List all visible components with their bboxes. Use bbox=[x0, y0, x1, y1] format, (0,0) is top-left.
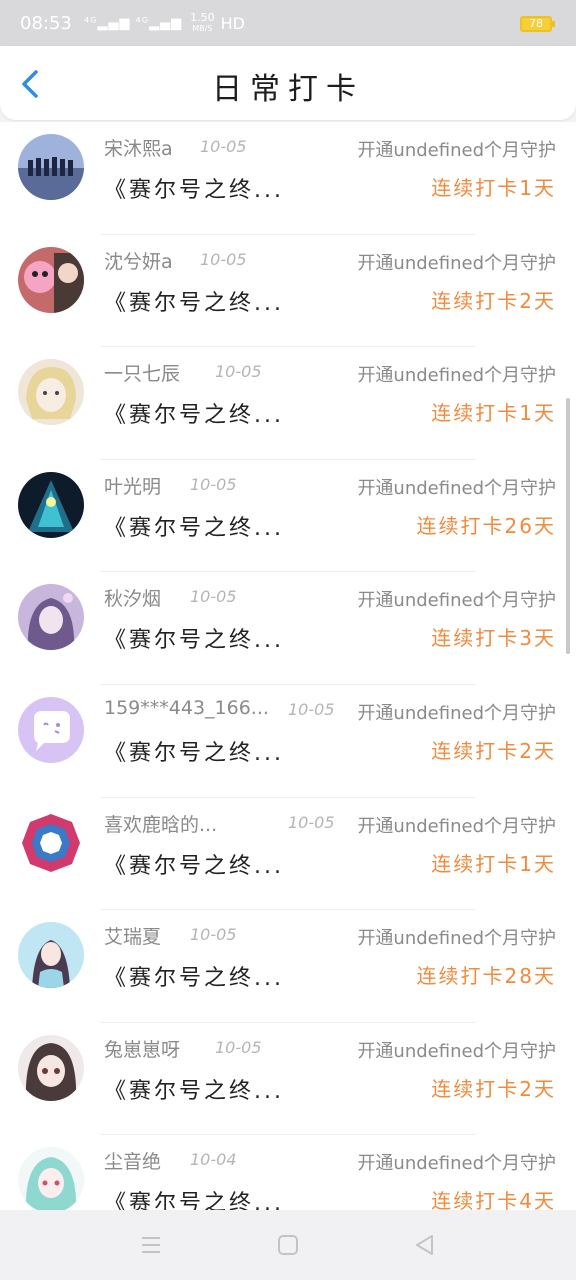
avatar[interactable] bbox=[18, 1147, 84, 1210]
checkin-date: 10-05 bbox=[215, 1037, 262, 1057]
book-title: 《赛尔号之终... bbox=[104, 853, 284, 879]
user-name: 尘音绝 bbox=[104, 1151, 162, 1174]
guard-status: 开通undefined个月守护 bbox=[355, 1036, 556, 1063]
checkin-date: 10-04 bbox=[190, 1150, 237, 1170]
checkin-date: 10-05 bbox=[190, 474, 237, 494]
checkin-date: 10-05 bbox=[190, 925, 237, 945]
battery-icon: 78 bbox=[520, 16, 555, 32]
network-speed-value: 1.50 bbox=[190, 11, 215, 24]
home-icon bbox=[278, 1235, 298, 1255]
home-button[interactable] bbox=[275, 1232, 301, 1258]
streak-count: 连续打卡2天 bbox=[431, 738, 556, 763]
checkin-list[interactable]: 宋沐熙a 10-05 开通undefined个月守护 《赛尔号之终... 连续打卡1天沈… bbox=[0, 122, 576, 1210]
guard-status: 开通undefined个月守护 bbox=[355, 361, 556, 388]
avatar[interactable] bbox=[18, 359, 84, 426]
list-item[interactable]: 艾瑞夏 10-05 开通undefined个月守护《赛尔号之终... 连续打卡28天 bbox=[0, 910, 576, 1023]
streak-count: 连续打卡2天 bbox=[431, 1076, 556, 1101]
checkin-date: 10-05 bbox=[288, 699, 335, 719]
checkin-date: 10-05 bbox=[215, 362, 262, 382]
status-time: 08:53 bbox=[20, 12, 72, 34]
user-name: 兔崽崽呀 bbox=[104, 1038, 181, 1061]
list-item[interactable]: 喜欢鹿晗的... 10-05 开通undefined个月守护《赛尔号之终... 连续打… bbox=[0, 798, 576, 911]
network-speed-unit: MB/S bbox=[192, 24, 213, 33]
user-name: 宋沐熙a bbox=[104, 138, 173, 160]
guard-status: 开通undefined个月守护 bbox=[355, 811, 556, 838]
user-name: 一只七辰 bbox=[104, 363, 181, 386]
page-title: 日常打卡 bbox=[212, 72, 364, 107]
streak-count: 连续打卡28天 bbox=[416, 964, 556, 989]
streak-count: 连续打卡1天 bbox=[431, 851, 556, 876]
avatar[interactable] bbox=[18, 1034, 84, 1101]
menu-icon bbox=[142, 1237, 160, 1253]
system-nav-bar bbox=[0, 1210, 576, 1280]
user-name: 叶光明 bbox=[104, 475, 162, 498]
guard-status: 开通undefined个月守护 bbox=[355, 586, 556, 613]
avatar[interactable] bbox=[18, 471, 84, 538]
guard-status: 开通undefined个月守护 bbox=[355, 248, 556, 275]
menu-button[interactable] bbox=[138, 1232, 164, 1258]
book-title: 《赛尔号之终... bbox=[104, 740, 284, 766]
book-title: 《赛尔号之终... bbox=[104, 178, 284, 203]
user-name: 159***443_166... bbox=[104, 696, 269, 719]
checkin-date: 10-05 bbox=[288, 812, 335, 832]
list-item[interactable]: 兔崽崽呀 10-05 开通undefined个月守护《赛尔号之终... 连续打卡2天 bbox=[0, 1023, 576, 1136]
triangle-back-icon bbox=[416, 1235, 433, 1255]
list-item[interactable]: 宋沐熙a 10-05 开通undefined个月守护《赛尔号之终... 连续打卡1天 bbox=[0, 122, 576, 235]
book-title: 《赛尔号之终... bbox=[104, 1078, 284, 1104]
book-title: 《赛尔号之终... bbox=[104, 403, 284, 429]
list-item[interactable]: 159***443_166... 10-05 开通undefined个月守护《赛尔号… bbox=[0, 685, 576, 798]
list-item[interactable]: 叶光明 10-05 开通undefined个月守护《赛尔号之终... 连续打卡26天 bbox=[0, 460, 576, 573]
streak-count: 连续打卡1天 bbox=[431, 401, 556, 426]
checkin-date: 10-05 bbox=[190, 587, 237, 607]
user-name: 艾瑞夏 bbox=[104, 926, 162, 949]
avatar[interactable] bbox=[18, 809, 84, 876]
scrollbar[interactable] bbox=[566, 398, 570, 654]
avatar[interactable] bbox=[18, 246, 84, 313]
avatar[interactable] bbox=[18, 134, 84, 200]
guard-status: 开通undefined个月守护 bbox=[355, 473, 556, 500]
avatar[interactable] bbox=[18, 922, 84, 989]
user-name: 沈兮妍a bbox=[104, 250, 173, 273]
signal-icon: ⁴ᴳ▂▄▆ ⁴ᴳ▂▄▆ bbox=[83, 15, 183, 31]
streak-count: 连续打卡2天 bbox=[431, 288, 556, 313]
guard-status: 开通undefined个月守护 bbox=[355, 924, 556, 951]
guard-status: 开通undefined个月守护 bbox=[355, 698, 556, 725]
hd-icon: HD bbox=[220, 13, 245, 33]
user-name: 秋汐烟 bbox=[104, 588, 162, 611]
checkin-date: 10-05 bbox=[200, 137, 247, 156]
streak-count: 连续打卡4天 bbox=[431, 1189, 556, 1210]
avatar[interactable] bbox=[18, 584, 84, 651]
guard-status: 开通undefined个月守护 bbox=[355, 1149, 556, 1176]
guard-status: 开通undefined个月守护 bbox=[355, 136, 556, 162]
checkin-date: 10-05 bbox=[200, 249, 247, 269]
status-bar: 08:53 ⁴ᴳ▂▄▆ ⁴ᴳ▂▄▆ 1.50 MB/S HD 78 bbox=[0, 0, 576, 46]
list-item[interactable]: 尘音绝 10-04 开通undefined个月守护《赛尔号之终... 连续打卡4天 bbox=[0, 1135, 576, 1210]
avatar[interactable] bbox=[18, 696, 84, 763]
list-item[interactable]: 秋汐烟 10-05 开通undefined个月守护《赛尔号之终... 连续打卡3天 bbox=[0, 572, 576, 685]
streak-count: 连续打卡1天 bbox=[431, 176, 556, 200]
book-title: 《赛尔号之终... bbox=[104, 628, 284, 654]
network-speed: 1.50 MB/S bbox=[190, 12, 215, 34]
book-title: 《赛尔号之终... bbox=[104, 966, 284, 992]
user-name: 喜欢鹿晗的... bbox=[104, 813, 218, 836]
list-item[interactable]: 一只七辰 10-05 开通undefined个月守护《赛尔号之终... 连续打卡1天 bbox=[0, 347, 576, 460]
list-item[interactable]: 沈兮妍a 10-05 开通undefined个月守护《赛尔号之终... 连续打卡2天 bbox=[0, 235, 576, 348]
book-title: 《赛尔号之终... bbox=[104, 515, 284, 541]
back-nav-button[interactable] bbox=[412, 1232, 438, 1258]
book-title: 《赛尔号之终... bbox=[104, 1191, 284, 1210]
app-header: 日常打卡 bbox=[0, 46, 576, 120]
book-title: 《赛尔号之终... bbox=[104, 290, 284, 316]
streak-count: 连续打卡3天 bbox=[431, 626, 556, 651]
streak-count: 连续打卡26天 bbox=[416, 513, 556, 538]
